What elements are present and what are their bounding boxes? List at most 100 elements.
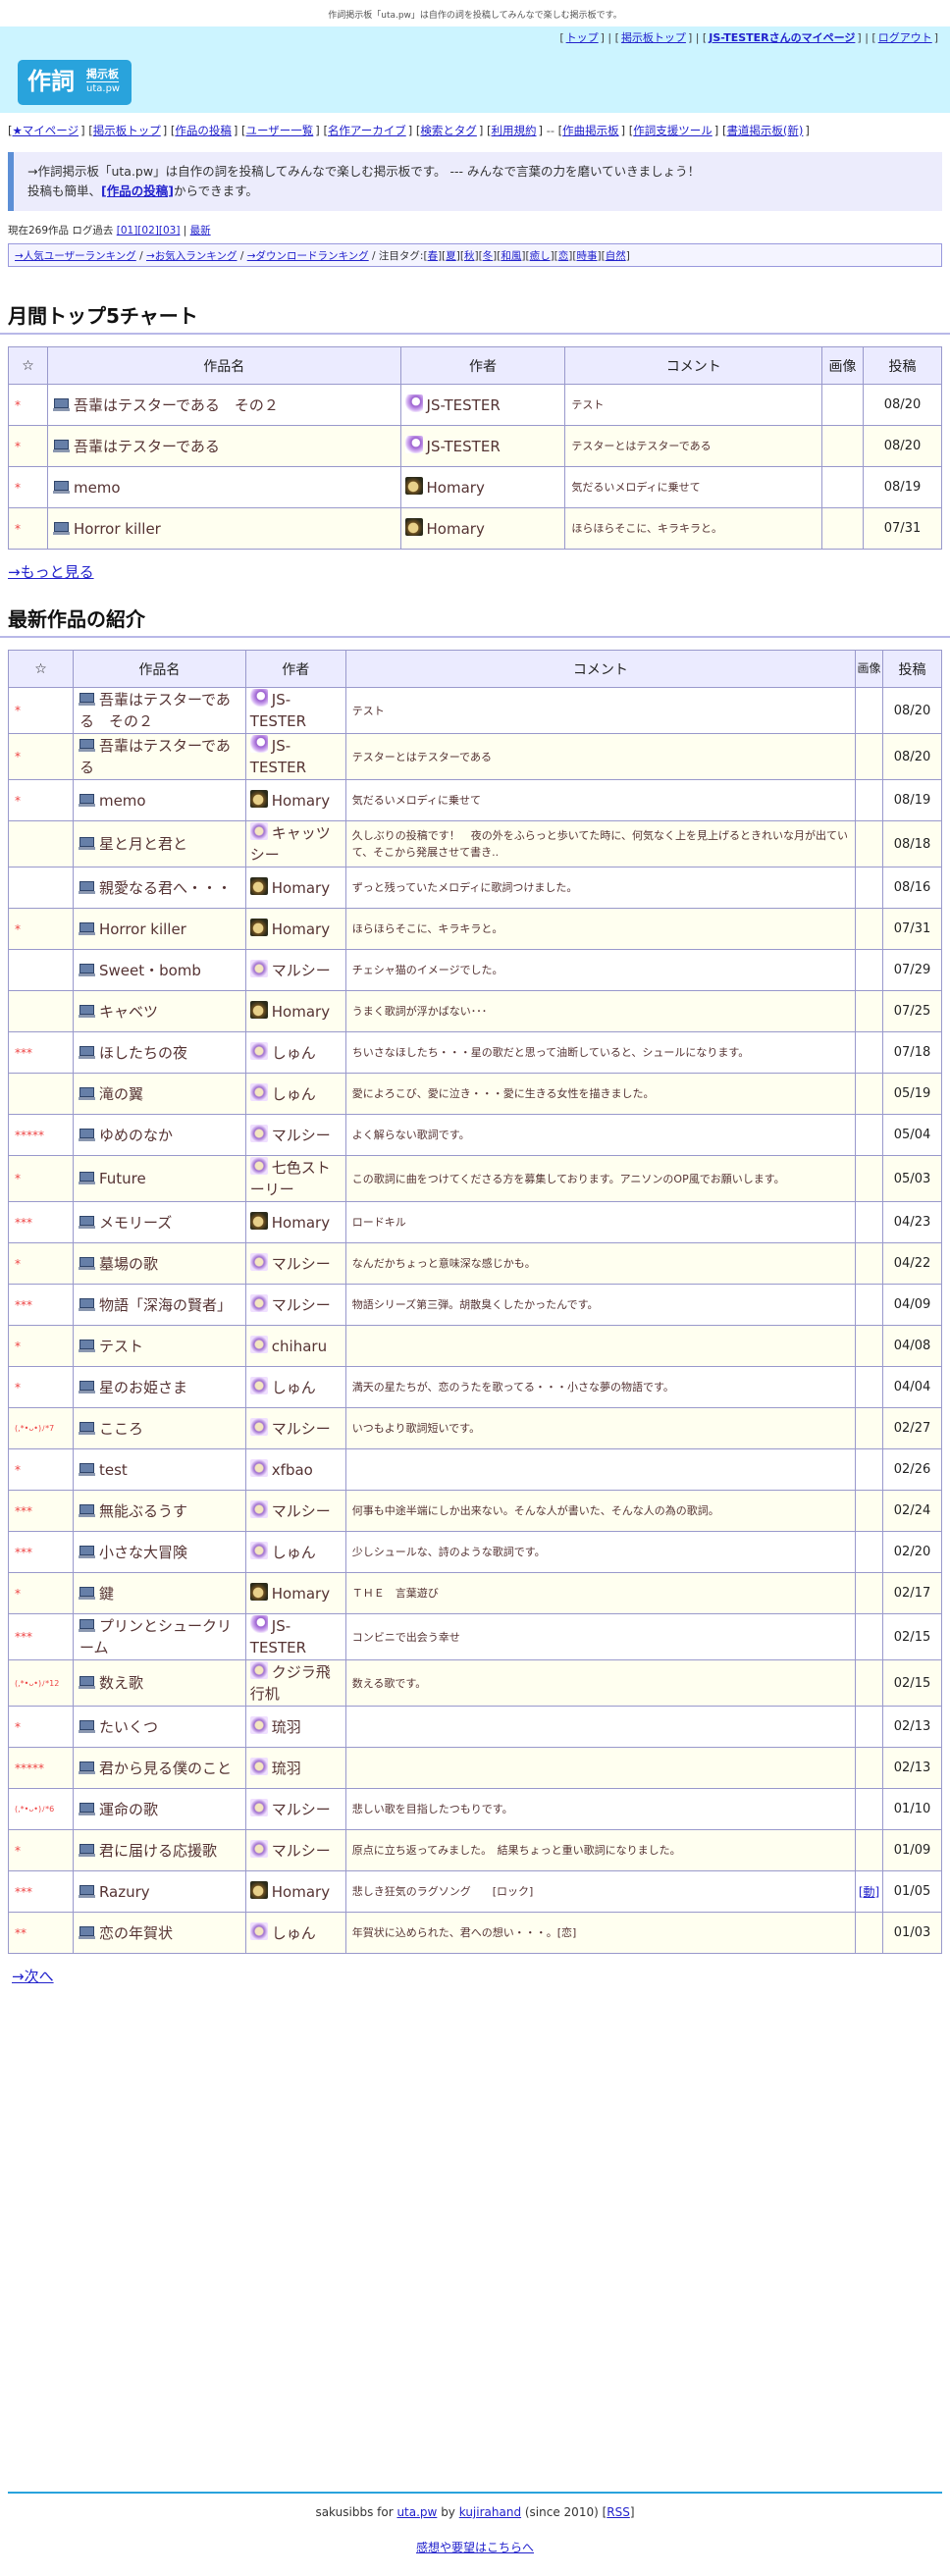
log-latest[interactable]: 最新: [190, 225, 211, 237]
log-page-02[interactable]: [02]: [137, 225, 159, 237]
download-ranking-link[interactable]: →ダウンロードランキング: [247, 250, 369, 262]
header-link-logout[interactable]: ログアウト: [878, 31, 932, 44]
nav-board-top[interactable]: 掲示板トップ: [93, 124, 161, 137]
work-title-link[interactable]: 吾輩はテスターである: [74, 438, 220, 455]
more-link[interactable]: →もっと見る: [8, 563, 94, 581]
author-link[interactable]: Homary: [272, 1883, 330, 1901]
tag-link[interactable]: 冬: [483, 250, 494, 262]
tag-link[interactable]: 癒し: [530, 250, 551, 262]
work-title-link[interactable]: キャベツ: [99, 1003, 158, 1021]
author-link[interactable]: マルシー: [272, 1801, 331, 1818]
work-title-link[interactable]: ゆめのなか: [99, 1127, 173, 1144]
author-link[interactable]: Homary: [272, 792, 330, 810]
author-link[interactable]: Homary: [272, 1585, 330, 1603]
author-link[interactable]: Homary: [272, 1214, 330, 1232]
author-link[interactable]: Homary: [272, 920, 330, 938]
tag-link[interactable]: 夏: [446, 250, 456, 262]
tag-link[interactable]: 春: [428, 250, 439, 262]
nav-user-list[interactable]: ユーザー一覧: [246, 124, 314, 137]
work-title-link[interactable]: test: [99, 1461, 128, 1479]
author-link[interactable]: JS-TESTER: [427, 438, 501, 455]
work-title-link[interactable]: たいくつ: [99, 1718, 158, 1736]
author-link[interactable]: マルシー: [272, 1296, 331, 1314]
work-title-link[interactable]: 数え歌: [99, 1674, 143, 1692]
nav-post-work[interactable]: 作品の投稿: [175, 124, 232, 137]
work-title-link[interactable]: 無能ぶるうす: [99, 1502, 187, 1520]
work-title-link[interactable]: プリンとシュークリーム: [79, 1617, 232, 1656]
author-link[interactable]: Homary: [272, 1003, 330, 1021]
work-title-link[interactable]: 星と月と君と: [99, 835, 187, 853]
footer-author-link[interactable]: kujirahand: [459, 2505, 521, 2519]
work-title-link[interactable]: 滝の翼: [99, 1085, 143, 1103]
work-title-link[interactable]: メモリーズ: [99, 1214, 172, 1232]
nav-archive[interactable]: 名作アーカイブ: [328, 124, 406, 137]
work-title-link[interactable]: Horror killer: [74, 520, 161, 538]
author-link[interactable]: Homary: [427, 479, 485, 497]
tag-link[interactable]: 秋: [464, 250, 475, 262]
work-title-link[interactable]: ほしたちの夜: [99, 1044, 187, 1062]
work-title-link[interactable]: 小さな大冒険: [99, 1544, 187, 1561]
log-page-03[interactable]: [03]: [159, 225, 181, 237]
work-title-link[interactable]: 君から見る僕のこと: [99, 1760, 232, 1777]
nav-compose-board[interactable]: 作曲掲示板: [562, 124, 619, 137]
nav-search-tags[interactable]: 検索とタグ: [420, 124, 477, 137]
author-link[interactable]: マルシー: [272, 1502, 331, 1520]
work-title-link[interactable]: 吾輩はテスターである その２: [74, 396, 279, 414]
author-link[interactable]: 琉羽: [272, 1718, 301, 1736]
nav-calligraphy-board[interactable]: 書道掲示板(新): [726, 124, 803, 137]
work-title-link[interactable]: Razury: [99, 1883, 150, 1901]
author-link[interactable]: しゅん: [272, 1379, 316, 1396]
author-link[interactable]: マルシー: [272, 1420, 331, 1438]
favorite-ranking-link[interactable]: →お気入ランキング: [146, 250, 237, 262]
author-link[interactable]: Homary: [272, 879, 330, 897]
work-title-link[interactable]: Future: [99, 1170, 146, 1187]
author-link[interactable]: マルシー: [272, 1255, 331, 1273]
header-link-mypage[interactable]: JS-TESTERさんのマイページ: [709, 31, 855, 44]
author-link[interactable]: 琉羽: [272, 1760, 301, 1777]
work-title-link[interactable]: 吾輩はテスターである その２: [79, 691, 231, 730]
work-title-link[interactable]: Horror killer: [99, 920, 186, 938]
nav-terms[interactable]: 利用規約: [492, 124, 537, 137]
work-title-link[interactable]: 吾輩はテスターである: [79, 737, 231, 776]
next-page-link[interactable]: →次へ: [12, 1968, 54, 1985]
work-title-link[interactable]: 親愛なる君へ・・・: [99, 879, 232, 897]
log-page-01[interactable]: [01]: [117, 225, 138, 237]
work-title-link[interactable]: 鍵: [99, 1585, 114, 1603]
author-link[interactable]: マルシー: [272, 962, 331, 979]
author-link[interactable]: マルシー: [272, 1127, 331, 1144]
media-link[interactable]: [動]: [859, 1885, 879, 1899]
work-title-link[interactable]: 君に届ける応援歌: [99, 1842, 217, 1860]
rss-link[interactable]: RSS: [607, 2505, 630, 2519]
site-logo[interactable]: 作詞 掲示板 uta.pw: [18, 60, 132, 105]
intro-post-link[interactable]: [作品の投稿]: [101, 184, 174, 198]
author-link[interactable]: Homary: [427, 520, 485, 538]
footer-site-link[interactable]: uta.pw: [396, 2505, 437, 2519]
work-title-link[interactable]: 墓場の歌: [99, 1255, 158, 1273]
nav-mypage[interactable]: ★マイページ: [13, 124, 79, 137]
author-link[interactable]: しゅん: [272, 1924, 316, 1942]
popular-user-ranking-link[interactable]: →人気ユーザーランキング: [15, 250, 136, 262]
work-title-link[interactable]: memo: [99, 792, 146, 810]
work-title-link[interactable]: 星のお姫さま: [99, 1379, 187, 1396]
tag-link[interactable]: 自然: [606, 250, 626, 262]
work-title-link[interactable]: 物語「深海の賢者」: [99, 1296, 232, 1314]
author-link[interactable]: しゅん: [272, 1085, 316, 1103]
author-link[interactable]: xfbao: [272, 1461, 313, 1479]
author-link[interactable]: しゅん: [272, 1544, 316, 1561]
work-title-link[interactable]: テスト: [99, 1338, 143, 1355]
work-title-link[interactable]: Sweet・bomb: [99, 962, 201, 979]
author-link[interactable]: chiharu: [272, 1338, 327, 1355]
tag-link[interactable]: 時事: [576, 250, 597, 262]
header-link-top[interactable]: トップ: [566, 31, 599, 44]
tag-link[interactable]: 恋: [558, 250, 569, 262]
header-link-board-top[interactable]: 掲示板トップ: [621, 31, 686, 44]
work-title-link[interactable]: 運命の歌: [99, 1801, 158, 1818]
work-title-link[interactable]: こころ: [99, 1420, 143, 1438]
author-link[interactable]: しゅん: [272, 1044, 316, 1062]
author-link[interactable]: マルシー: [272, 1842, 331, 1860]
work-title-link[interactable]: 恋の年賀状: [99, 1924, 173, 1942]
work-title-link[interactable]: memo: [74, 479, 121, 497]
tag-link[interactable]: 和風: [501, 250, 521, 262]
nav-lyric-tools[interactable]: 作詞支援ツール: [633, 124, 712, 137]
feedback-link[interactable]: 感想や要望はこちらへ: [416, 2541, 534, 2554]
